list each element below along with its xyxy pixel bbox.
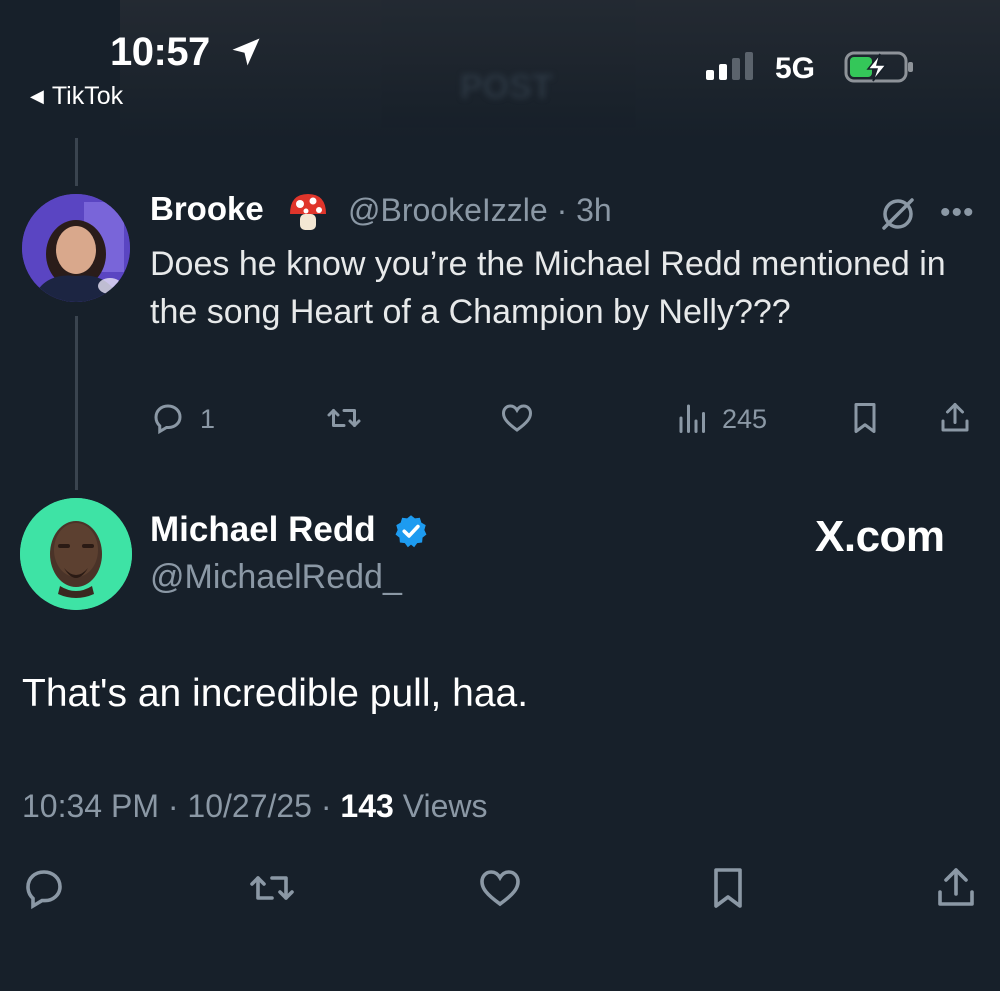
michael-redd-avatar[interactable] (20, 498, 132, 610)
back-app-label: TikTok (51, 82, 124, 110)
status-time: 10:57 (110, 30, 210, 74)
heart-icon (501, 404, 533, 432)
reply-views-count: 245 (722, 404, 768, 434)
main-bookmark-button[interactable] (704, 864, 752, 912)
bookmark-icon (714, 868, 742, 908)
retweet-icon (250, 876, 294, 900)
retweet-icon (327, 409, 361, 427)
blurred-header-text: POST (460, 68, 553, 106)
x-com-watermark: X.com (815, 512, 945, 561)
share-action-button[interactable] (937, 400, 977, 440)
bookmark-action-button[interactable] (847, 400, 887, 440)
main-like-button[interactable] (476, 864, 524, 912)
tweet-views-label: Views (393, 788, 488, 824)
reply-count: 1 (200, 404, 216, 434)
share-icon (938, 868, 974, 906)
grok-icon[interactable] (878, 194, 918, 234)
thread-line-middle (75, 316, 78, 490)
brooke-avatar-image (22, 194, 130, 302)
cellular-signal-icon (706, 52, 753, 80)
retweet-action-button[interactable] (326, 400, 366, 440)
back-to-app-link[interactable]: ◀ TikTok (30, 82, 123, 111)
verified-badge-icon (395, 515, 427, 548)
reply-author-name[interactable]: Brooke (150, 190, 264, 228)
mushroom-emoji-icon (290, 194, 326, 230)
share-icon (941, 403, 969, 432)
tweet-metadata: 10:34 PM · 10/27/25 · 143 Views (22, 788, 487, 825)
reply-tweet-text: Does he know you’re the Michael Redd men… (150, 245, 946, 331)
reply-action-button[interactable]: 1 (150, 400, 220, 440)
bookmark-icon (854, 403, 876, 433)
michael-redd-avatar-image (20, 498, 132, 610)
tweet-views-count: 143 (340, 788, 394, 824)
main-author-name[interactable]: Michael Redd (150, 510, 376, 550)
tweet-timestamp[interactable]: 10:34 PM · 10/27/25 · (22, 788, 340, 824)
brooke-avatar[interactable] (22, 194, 130, 302)
reply-icon (154, 404, 182, 435)
battery-charging-icon (844, 51, 913, 83)
views-action-button[interactable]: 245 (675, 400, 785, 440)
location-arrow-icon (232, 38, 260, 66)
thread-line-top (75, 138, 78, 186)
network-type: 5G (775, 52, 816, 85)
main-share-button[interactable] (932, 864, 980, 912)
main-author-handle[interactable]: @MichaelRedd_ (150, 558, 402, 597)
main-reply-button[interactable] (20, 864, 68, 912)
views-icon (679, 404, 705, 433)
heart-icon (480, 870, 520, 907)
reply-handle-and-time[interactable]: @BrookeIzzle · 3h (348, 192, 612, 229)
reply-icon (26, 870, 62, 910)
back-triangle-icon: ◀ (30, 86, 44, 106)
main-tweet-text: That's an incredible pull, haa. (22, 672, 529, 715)
main-retweet-button[interactable] (248, 864, 296, 912)
more-options-icon[interactable]: ••• (940, 196, 975, 230)
like-action-button[interactable] (499, 400, 539, 440)
